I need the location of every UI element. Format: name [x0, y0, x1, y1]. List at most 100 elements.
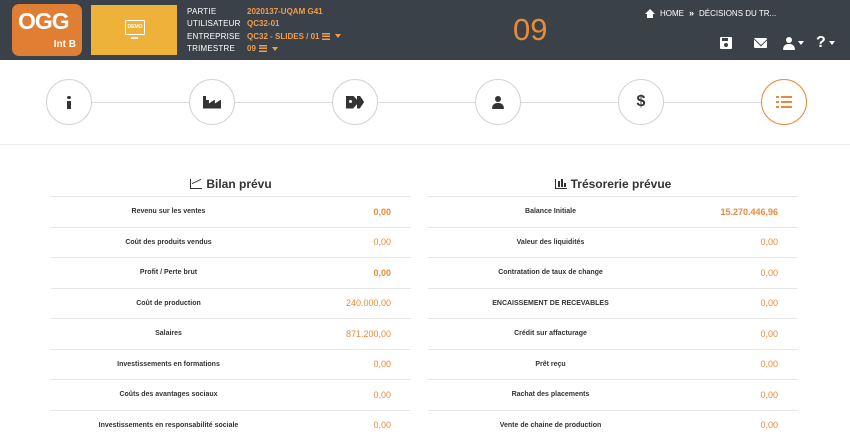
info-icon [67, 95, 71, 109]
info-label: TRIMESTRE [187, 44, 236, 54]
row-label: ENCAISSEMENT DE RECEVABLES [492, 299, 609, 307]
bilan-panel: Bilan prévu Revenu sur les ventes 0,00 C… [51, 172, 411, 440]
table-row: Salaires 871.200,00 [51, 318, 411, 349]
table-row: ENCAISSEMENT DE RECEVABLES 0,00 [428, 287, 798, 319]
company-banner: DEMO [91, 5, 177, 55]
info-row-partie: PARTIE 2020137-UQAM G41 [187, 5, 341, 18]
messages-button[interactable] [753, 35, 767, 51]
info-row-utilisateur: UTILISATEUR QC32-01 [187, 18, 341, 31]
toolbar: ? [719, 35, 835, 51]
breadcrumb-current: DÉCISIONS DU TR... [699, 8, 777, 18]
user-icon [492, 95, 504, 109]
list-icon [322, 32, 331, 40]
row-value: 0,00 [760, 328, 778, 339]
row-label: Coût de production [136, 299, 201, 307]
logo-subtext: Int B [53, 39, 76, 50]
row-label: Revenu sur les ventes [131, 208, 206, 216]
row-value: 0,00 [760, 298, 778, 309]
logo-text: OGG [18, 8, 70, 34]
row-label: Coût des produits vendus [125, 238, 212, 246]
row-label: Rachat des placements [511, 391, 590, 399]
question-icon: ? [816, 34, 826, 51]
row-label: Prêt reçu [535, 360, 566, 368]
step-production[interactable] [189, 79, 235, 125]
table-row: Prêt reçu 0,00 [428, 348, 798, 380]
row-value: 0,00 [373, 237, 391, 248]
tresorerie-table: Balance Initiale 15.270.446,96 Valeur de… [428, 196, 798, 440]
row-value: 0,00 [373, 359, 391, 370]
factory-icon [203, 95, 221, 109]
quarter-selector[interactable]: 09 [247, 44, 278, 53]
row-value: 0,00 [373, 267, 391, 278]
row-value: 0,00 [373, 206, 391, 217]
step-summary[interactable] [761, 79, 807, 125]
row-value: 15.270.446,96 [720, 206, 778, 217]
table-row: Revenu sur les ventes 0,00 [51, 196, 411, 227]
table-row: Valeur des liquidités 0,00 [428, 226, 798, 258]
save-button[interactable] [719, 35, 733, 51]
step-finance[interactable]: $ [618, 79, 664, 125]
save-icon [720, 37, 732, 49]
info-value: QC32-01 [247, 19, 280, 29]
table-row: Contratation de taux de change 0,00 [428, 257, 798, 288]
info-label: ENTREPRISE [187, 31, 241, 41]
step-navigation: $ [0, 60, 850, 144]
info-value: 2020137-UQAM G41 [247, 6, 323, 16]
panel-title: Trésorerie prévue [428, 172, 798, 196]
row-label: Contratation de taux de change [498, 269, 603, 277]
row-value: 0,00 [760, 389, 778, 400]
current-quarter: 09 [513, 12, 548, 47]
step-info[interactable] [46, 79, 92, 125]
row-label: Coûts des avantages sociaux [119, 391, 218, 399]
table-row: Profit / Perte brut 0,00 [51, 257, 411, 288]
caret-down-icon [828, 41, 835, 45]
table-row: Coûts des avantages sociaux 0,00 [51, 379, 411, 410]
row-label: Valeur des liquidités [516, 238, 585, 246]
step-marketing[interactable] [332, 79, 378, 125]
list-icon [776, 96, 792, 108]
company-selector[interactable]: QC32 - SLIDES / 01 [247, 32, 342, 41]
tags-icon [346, 95, 364, 109]
ogg-logo[interactable]: OGG Int B [12, 4, 82, 56]
row-value: 0,00 [760, 267, 778, 278]
demo-monitor-icon: DEMO [125, 20, 145, 39]
home-icon[interactable] [645, 8, 655, 18]
divider [0, 144, 850, 145]
dollar-icon: $ [636, 93, 646, 110]
breadcrumb: HOME » DÉCISIONS DU TR... [645, 8, 776, 18]
row-value: 871.200,00 [345, 328, 391, 339]
table-row: Coût de production 240.000,00 [51, 287, 411, 319]
tresorerie-title: Trésorerie prévue [570, 177, 672, 191]
demo-label: DEMO [127, 24, 143, 30]
steps-connector [69, 102, 784, 103]
step-human-resources[interactable] [475, 79, 521, 125]
row-label: Salaires [155, 330, 182, 338]
user-menu-button[interactable] [783, 35, 804, 51]
info-label: UTILISATEUR [187, 19, 241, 29]
row-label: Vente de chaine de production [499, 421, 602, 429]
row-label: Investissements en formations [117, 360, 220, 368]
table-row: Crédit sur affacturage 0,00 [428, 318, 798, 349]
table-row: Coût des produits vendus 0,00 [51, 226, 411, 258]
row-label: Balance Initiale [525, 208, 576, 216]
table-row: Investissements en formations 0,00 [51, 348, 411, 380]
row-value: 0,00 [760, 420, 778, 431]
top-bar: OGG Int B DEMO PARTIE 2020137-UQAM G41 U… [0, 0, 850, 60]
row-label: Investissements en responsabilité social… [98, 421, 239, 429]
table-row: Balance Initiale 15.270.446,96 [428, 196, 798, 227]
bilan-title: Bilan prévu [206, 177, 272, 191]
session-info: PARTIE 2020137-UQAM G41 UTILISATEUR QC32… [187, 5, 342, 56]
table-row: Rachat des placements 0,00 [428, 379, 798, 410]
bar-chart-icon [554, 179, 567, 189]
info-row-trimestre[interactable]: TRIMESTRE 09 [187, 43, 341, 56]
table-row: Investissements en responsabilité social… [51, 409, 411, 441]
info-label: PARTIE [187, 6, 217, 16]
caret-down-icon [798, 41, 804, 45]
info-row-entreprise[interactable]: ENTREPRISE QC32 - SLIDES / 01 [187, 30, 342, 43]
list-icon [258, 45, 267, 53]
breadcrumb-home[interactable]: HOME [660, 9, 684, 18]
table-row: Vente de chaine de production 0,00 [428, 409, 798, 441]
user-icon [783, 36, 795, 50]
panel-title: Bilan prévu [51, 172, 411, 196]
help-menu-button[interactable]: ? [816, 35, 835, 51]
